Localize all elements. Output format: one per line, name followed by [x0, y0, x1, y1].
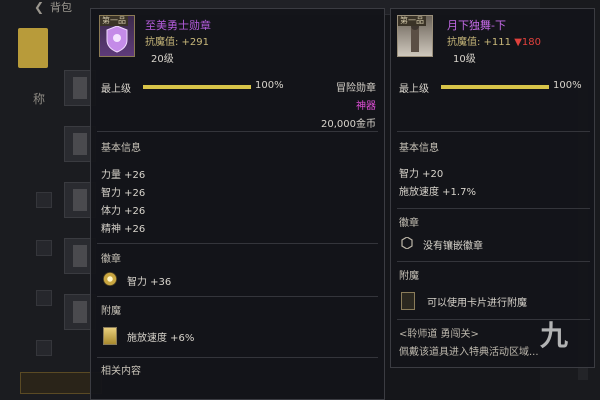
- divider: [97, 243, 378, 244]
- divider: [97, 357, 378, 358]
- equip-slot[interactable]: [36, 340, 52, 356]
- grade-percent: 100%: [255, 80, 284, 91]
- related-title: 相关内容: [101, 366, 141, 377]
- character-label: 称: [33, 92, 46, 106]
- enchant-title: 附魔: [101, 306, 121, 317]
- back-arrow-icon[interactable]: ❮: [34, 0, 44, 14]
- divider: [397, 131, 590, 132]
- divider: [397, 261, 590, 262]
- grade-percent: 100%: [553, 80, 582, 91]
- grade-bar-fill: [441, 85, 549, 89]
- item-stat: 抗魔值: +291: [145, 37, 210, 48]
- item-name: 月下独舞-下: [447, 19, 506, 32]
- item-level: 10级: [453, 54, 476, 65]
- medal-item-icon: 第一品: [99, 15, 135, 57]
- base-info-title: 基本信息: [399, 143, 439, 154]
- attribute: 力量 +26: [101, 170, 146, 181]
- enchant-title: 附魔: [399, 271, 419, 282]
- base-info-title: 基本信息: [101, 143, 141, 154]
- grade-bar: [441, 85, 549, 89]
- empty-badge-icon: [401, 237, 413, 249]
- note-title: <聆师道 勇闯关>: [399, 329, 479, 340]
- badge-title: 徽章: [101, 254, 121, 265]
- item-price: 20,000金币: [321, 119, 376, 130]
- note-text: 佩戴该道具进入特典活动区域...: [399, 347, 539, 358]
- watermark-logo: 九: [540, 319, 569, 352]
- attribute: 精神 +26: [101, 224, 146, 235]
- inventory-tab-selected[interactable]: [18, 28, 48, 68]
- grade-label: 最上级: [399, 84, 429, 95]
- item-stat: 抗魔值: +111 ▼180: [447, 37, 541, 48]
- costume-item-icon: 第一品: [397, 15, 433, 57]
- attribute: 智力 +26: [101, 188, 146, 199]
- item-tag: 第一品: [398, 16, 426, 26]
- item-name: 至美勇士勋章: [145, 19, 211, 32]
- equip-slot[interactable]: [36, 192, 52, 208]
- item-level: 20级: [151, 54, 174, 65]
- enchant-value: 可以使用卡片进行附魔: [427, 298, 527, 309]
- enchant-card-icon: [103, 327, 117, 345]
- badge-value: 没有镶嵌徽章: [423, 241, 483, 252]
- stat-diff: ▼180: [514, 37, 541, 48]
- divider: [97, 131, 378, 132]
- inventory-title: 背包: [50, 1, 72, 14]
- badge-title: 徽章: [399, 218, 419, 229]
- grade-bar: [143, 85, 251, 89]
- item-tooltip-equipped: 第一品 至美勇士勋章 抗魔值: +291 20级 最上级 100% 冒险勋章 神…: [90, 8, 385, 400]
- enchant-card-empty-icon: [401, 292, 415, 310]
- grade-bar-fill: [143, 85, 251, 89]
- equip-slot[interactable]: [36, 290, 52, 306]
- divider: [397, 208, 590, 209]
- badge-value: 智力 +36: [127, 277, 172, 288]
- attribute: 体力 +26: [101, 206, 146, 217]
- enchant-value: 施放速度 +6%: [127, 333, 195, 344]
- equip-slot[interactable]: [36, 240, 52, 256]
- badge-gem-icon: [103, 272, 117, 286]
- grade-label: 最上级: [101, 84, 131, 95]
- attribute: 智力 +20: [399, 169, 444, 180]
- item-type: 冒险勋章: [336, 83, 376, 94]
- item-tag: 第一品: [100, 16, 128, 26]
- divider: [97, 296, 378, 297]
- attribute: 施放速度 +1.7%: [399, 187, 476, 198]
- item-rarity: 神器: [356, 101, 376, 112]
